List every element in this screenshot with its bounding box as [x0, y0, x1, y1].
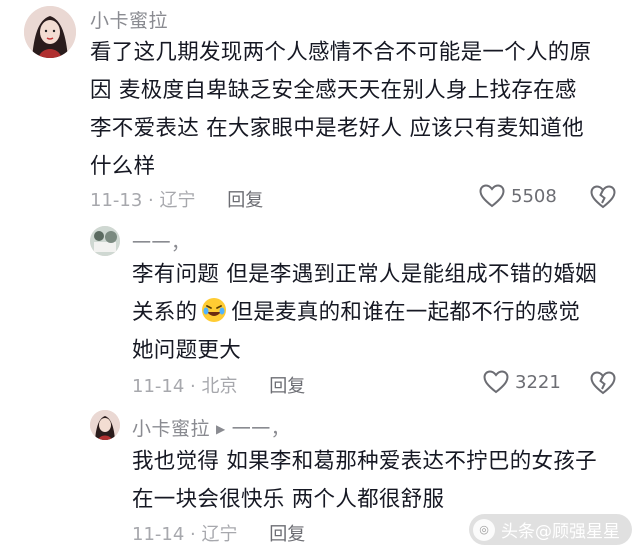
avatar[interactable] [90, 410, 120, 440]
comment-line: 看了这几期发现两个人感情不合不可能是一个人的原 [90, 40, 592, 65]
heart-icon [479, 184, 505, 208]
comment-text: 我也觉得 如果李和葛那种爱表达不拧巴的女孩子 在一块会很快乐 两个人都很舒服 [132, 443, 597, 519]
comment-date-location: 11-14 · 北京 [132, 376, 238, 397]
comment-username: 小卡蜜拉 ▶ 一一， [132, 414, 290, 441]
comment-thread: 小卡蜜拉 看了这几期发现两个人感情不合不可能是一个人的原 因 麦极度自卑缺乏安全… [0, 0, 640, 553]
reply-button[interactable]: 回复 [269, 524, 305, 545]
broken-heart-icon[interactable] [590, 184, 616, 210]
reply-target[interactable]: 一一， [232, 418, 291, 440]
watermark-text: 头条@顾强星星 [501, 522, 620, 542]
comment-date-location: 11-13 · 辽宁 [90, 190, 196, 211]
watermark-logo-icon: ◎ [473, 518, 495, 541]
comment-fragment: 关系的 [132, 300, 198, 325]
comment-username[interactable]: 小卡蜜拉 [90, 6, 168, 33]
comment-meta: 11-13 · 辽宁 回复 [90, 186, 263, 212]
broken-heart-icon[interactable] [590, 370, 616, 396]
reply-button[interactable]: 回复 [227, 190, 263, 211]
reply-arrow-icon: ▶ [216, 422, 226, 436]
comment-username[interactable]: 一一， [132, 228, 191, 255]
like-button[interactable]: 3221 [483, 370, 561, 394]
comment-line: 因 麦极度自卑缺乏安全感天天在别人身上找存在感 [90, 78, 577, 103]
comment-line: 什么样 [90, 154, 156, 179]
comment-line: 关系的 但是麦真的和谁在一起都不行的感觉 [132, 294, 597, 332]
comment-line: 李有问题 但是李遇到正常人是能组成不错的婚姻 [132, 262, 597, 287]
like-count: 5508 [511, 185, 557, 207]
comment-text: 看了这几期发现两个人感情不合不可能是一个人的原 因 麦极度自卑缺乏安全感天天在别… [90, 34, 591, 186]
reply-button[interactable]: 回复 [269, 376, 305, 397]
heart-icon [483, 370, 509, 394]
comment-text: 李有问题 但是李遇到正常人是能组成不错的婚姻 关系的 但是麦真的和谁在一起都不行… [132, 256, 597, 370]
like-button[interactable]: 5508 [479, 184, 557, 208]
watermark: ◎ 头条@顾强星星 [469, 514, 632, 545]
avatar[interactable] [24, 6, 76, 58]
comment-line: 我也觉得 如果李和葛那种爱表达不拧巴的女孩子 [132, 449, 597, 474]
reply-author[interactable]: 小卡蜜拉 [132, 418, 210, 440]
comment-line: 她问题更大 [132, 338, 242, 363]
avatar[interactable] [90, 226, 120, 256]
comment-meta: 11-14 · 北京 回复 [132, 372, 305, 398]
comment-line: 李不爱表达 在大家眼中是老好人 应该只有麦知道他 [90, 116, 584, 141]
comment-fragment: 但是麦真的和谁在一起都不行的感觉 [231, 300, 581, 325]
comment-meta: 11-14 · 辽宁 回复 [132, 520, 305, 546]
comment-date-location: 11-14 · 辽宁 [132, 524, 238, 545]
rofl-emoji-icon [202, 298, 227, 322]
like-count: 3221 [515, 371, 561, 393]
